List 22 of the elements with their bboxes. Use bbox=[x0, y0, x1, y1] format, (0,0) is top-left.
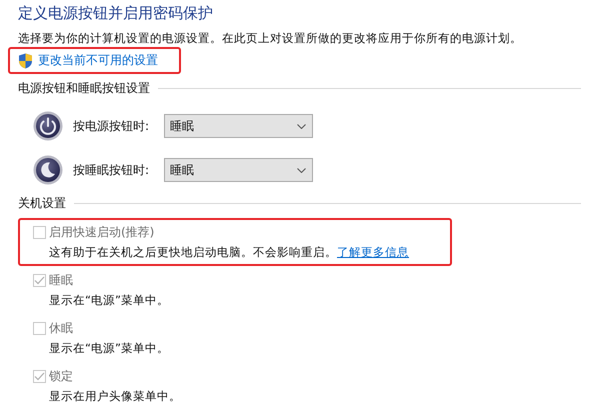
setting-label: 按睡眠按钮时: bbox=[73, 162, 150, 178]
page-description: 选择要为你的计算机设置的电源设置。在此页上对设置所做的更改将应用于你所有的电源计划。 bbox=[18, 31, 523, 46]
action-dropdown[interactable]: 睡眠 bbox=[164, 114, 313, 138]
setting-label: 按电源按钮时: bbox=[73, 118, 150, 134]
chevron-down-icon bbox=[297, 168, 306, 172]
change-settings-link[interactable]: 更改当前不可用的设置 bbox=[38, 52, 158, 69]
option-label: 启用快速启动(推荐) bbox=[49, 224, 154, 240]
option-description: 显示在用户头像菜单中。 bbox=[48, 388, 182, 405]
chevron-down-icon bbox=[297, 124, 306, 128]
section-heading: 电源按钮和睡眠按钮设置 bbox=[18, 80, 150, 97]
section-heading: 关机设置 bbox=[18, 195, 66, 212]
option-description: 显示在“电源”菜单中。 bbox=[48, 292, 170, 309]
page-title: 定义电源按钮并启用密码保护 bbox=[18, 3, 214, 23]
moon-icon bbox=[33, 155, 63, 185]
power-icon bbox=[33, 111, 63, 141]
option-description: 这有助于在关机之后更快地启动电脑。不会影响重启。了解更多信息 bbox=[48, 244, 410, 261]
option-label: 锁定 bbox=[49, 368, 73, 384]
option-label: 休眠 bbox=[49, 320, 73, 336]
action-dropdown[interactable]: 睡眠 bbox=[164, 158, 313, 182]
option-label: 睡眠 bbox=[49, 272, 73, 288]
option-description: 显示在“电源”菜单中。 bbox=[48, 340, 170, 357]
shield-icon bbox=[18, 52, 33, 68]
